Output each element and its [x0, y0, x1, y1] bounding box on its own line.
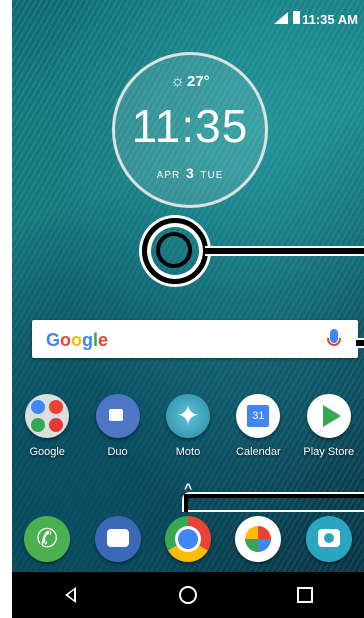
gmail-mini-icon: [49, 400, 64, 414]
home-screen: 11:35 AM ☼27° 11:35 APR 3 TUE Google Go: [12, 0, 364, 618]
clock-time: 11:35: [131, 100, 249, 152]
sun-icon: ☼: [170, 73, 185, 90]
dock-phone[interactable]: [14, 516, 80, 562]
duo-icon: [95, 394, 140, 438]
temperature: 27°: [186, 73, 210, 90]
callout-line-widget: [205, 246, 364, 256]
app-label: Duo: [107, 446, 128, 458]
recents-icon: [297, 587, 314, 603]
maps-mini-icon: [31, 418, 46, 432]
clock-weekday: TUE: [200, 170, 224, 181]
app-label: Moto: [175, 446, 201, 458]
home-button[interactable]: [168, 575, 208, 615]
status-bar: 11:35 AM: [12, 0, 364, 36]
google-logo: Google: [46, 330, 109, 350]
recents-button[interactable]: [285, 575, 325, 615]
weather-readout: ☼ 27°: [115, 73, 265, 91]
messages-icon: [94, 516, 141, 562]
callout-line-search: [356, 338, 364, 348]
app-row: Google Duo Moto Calendar Play Store: [12, 394, 364, 458]
callout-bracket-drawer: [184, 494, 364, 512]
dock-camera[interactable]: [296, 516, 362, 562]
status-time: 11:35 AM: [302, 12, 358, 27]
back-button[interactable]: [51, 575, 91, 615]
callout-ring-marker: [142, 218, 208, 284]
camera-icon: [305, 516, 352, 562]
google-folder-icon: [25, 394, 70, 438]
dock-photos[interactable]: [225, 516, 291, 562]
clock-date: APR 3 TUE: [115, 165, 265, 181]
app-calendar[interactable]: Calendar: [225, 394, 291, 458]
google-mini-icon: [31, 400, 46, 414]
signal-icon: [274, 12, 288, 24]
dock-chrome[interactable]: [155, 516, 221, 562]
play-store-icon: [306, 394, 351, 438]
home-icon: [178, 586, 197, 604]
app-label: Play Store: [303, 446, 355, 458]
battery-icon: [293, 11, 300, 24]
app-play-store[interactable]: Play Store: [296, 394, 362, 458]
chrome-icon: [164, 516, 211, 562]
app-duo[interactable]: Duo: [85, 394, 151, 458]
navigation-bar: [12, 572, 364, 618]
moto-icon: [165, 394, 210, 438]
back-icon: [65, 587, 77, 603]
photos-icon: [235, 516, 282, 562]
app-google-folder[interactable]: Google: [14, 394, 80, 458]
calendar-icon: [236, 394, 281, 438]
app-label: Google: [29, 446, 65, 458]
clock-month: APR: [156, 170, 181, 181]
app-label: Calendar: [236, 446, 281, 458]
youtube-mini-icon: [49, 418, 64, 432]
dock-messages[interactable]: [85, 516, 151, 562]
mic-icon[interactable]: [327, 329, 341, 346]
phone-icon: [24, 516, 71, 562]
google-search-bar[interactable]: Google: [32, 320, 358, 358]
app-moto[interactable]: Moto: [155, 394, 221, 458]
dock: [12, 516, 364, 562]
clock-day: 3: [185, 165, 195, 181]
clock-widget[interactable]: ☼ 27° 11:35 APR 3 TUE: [112, 52, 268, 208]
